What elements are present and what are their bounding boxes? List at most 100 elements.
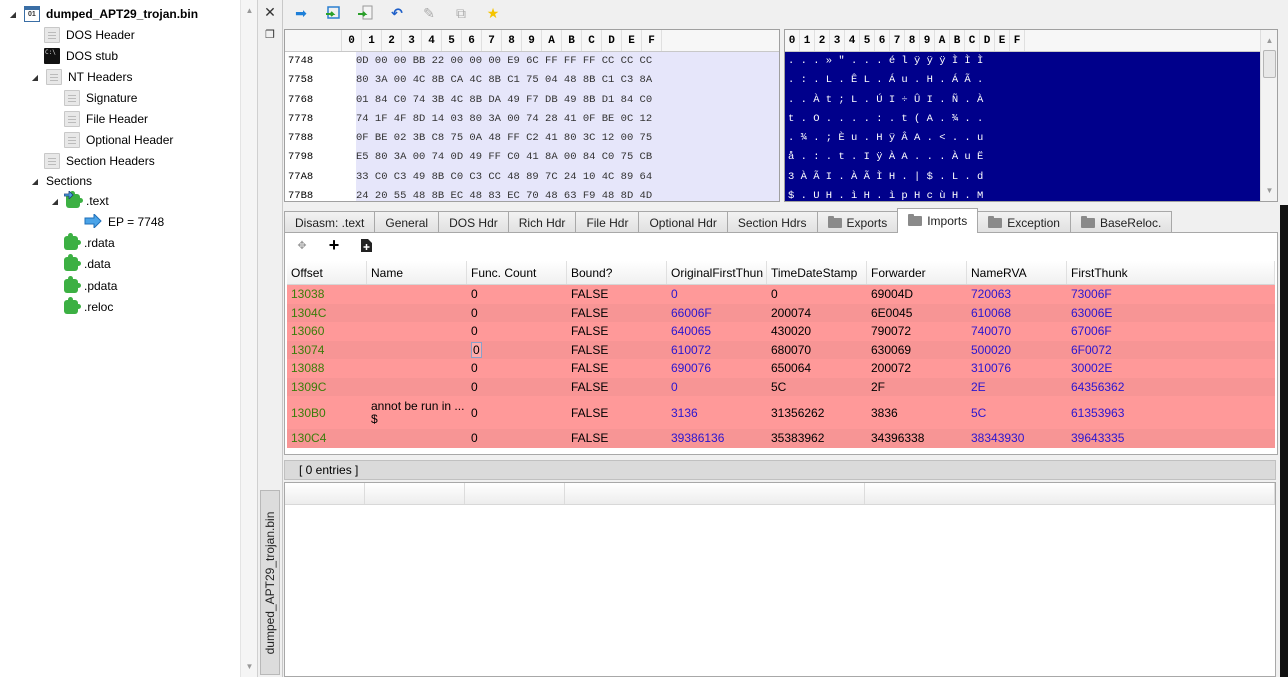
cell-forwarder[interactable]: 3836 xyxy=(867,396,967,429)
cell-name[interactable]: annot be run in ... $ xyxy=(367,396,467,429)
scroll-down-icon[interactable]: ▼ xyxy=(1261,182,1277,199)
cell-firstthunk[interactable]: 30002E xyxy=(1067,359,1275,378)
tree-item-section-headers[interactable]: Section Headers xyxy=(44,151,155,171)
cell-offset[interactable]: 1304C xyxy=(287,304,367,323)
cell-timedatestamp[interactable]: 200074 xyxy=(767,304,867,323)
ascii-row[interactable]: t . O . . . . : . t ( A . ¾ . . xyxy=(785,110,1260,129)
table-row[interactable]: 1304C 0 FALSE 66006F 200074 6E0045 610068 63006… xyxy=(287,303,1275,323)
cell-originalfirstthun[interactable]: 66006F xyxy=(667,304,767,323)
tree-scrollbar[interactable]: ▲ ▼ xyxy=(240,0,257,677)
cell-func-count[interactable]: 0 xyxy=(467,285,567,304)
cell-func-count[interactable]: 0 xyxy=(467,359,567,378)
tree-item-dos-stub[interactable]: DOS stub xyxy=(44,46,118,66)
hex-row[interactable]: 7758 80 3A 00 4C 8B CA 4C 8B C1 75 04 48 … xyxy=(285,71,779,91)
cell-offset[interactable]: 13088 xyxy=(287,359,367,378)
tab-disasm-text[interactable]: Disasm: .text xyxy=(284,211,376,233)
tree-item-root[interactable]: ◢ dumped_APT29_trojan.bin xyxy=(8,4,198,24)
cell-originalfirstthun[interactable]: 690076 xyxy=(667,359,767,378)
cell-namerva[interactable]: 2E xyxy=(967,378,1067,397)
cell-timedatestamp[interactable]: 31356262 xyxy=(767,396,867,429)
cell-func-count[interactable]: 0 xyxy=(467,429,567,448)
cell-namerva[interactable]: 38343930 xyxy=(967,429,1067,448)
table-row[interactable]: 13088 0 FALSE 690076 650064 200072 310076 30002… xyxy=(287,359,1275,378)
undo-icon[interactable]: ↶ xyxy=(388,4,406,22)
ascii-row[interactable]: . : . L . Ê L . Á u . H . Á Ã . xyxy=(785,71,1260,90)
cell-timedatestamp[interactable]: 0 xyxy=(767,285,867,304)
hex-row[interactable]: 7798 E5 80 3A 00 74 0D 49 FF C0 41 8A 00 … xyxy=(285,148,779,168)
cell-namerva[interactable]: 610068 xyxy=(967,304,1067,323)
cell-timedatestamp[interactable]: 5C xyxy=(767,378,867,397)
cell-func-count[interactable]: 0 xyxy=(467,378,567,397)
document-tab[interactable]: dumped_APT29_trojan.bin xyxy=(260,490,280,675)
tab-exception[interactable]: Exception xyxy=(977,211,1071,233)
hex-row[interactable]: 7778 74 1F 4F 8D 14 03 80 3A 00 74 28 41 … xyxy=(285,109,779,130)
cell-forwarder[interactable]: 2F xyxy=(867,378,967,397)
scroll-up-icon[interactable]: ▲ xyxy=(1261,32,1277,49)
add-file-icon[interactable] xyxy=(359,238,373,252)
tree-item-optional-header[interactable]: Optional Header xyxy=(64,130,173,150)
hex-row[interactable]: 7788 0F BE 02 3B C8 75 0A 48 FF C2 41 80 … xyxy=(285,129,779,149)
hex-view[interactable]: 0123456789ABCDEF 7748 0D 00 00 BB 22 00 0… xyxy=(284,29,780,202)
cell-bound[interactable]: FALSE xyxy=(567,304,667,323)
cell-offset[interactable]: 13038 xyxy=(287,285,367,304)
star-icon[interactable]: ★ xyxy=(484,4,502,22)
cell-timedatestamp[interactable]: 650064 xyxy=(767,359,867,378)
cell-firstthunk[interactable]: 6F0072 xyxy=(1067,341,1275,360)
tree-item-file-header[interactable]: File Header xyxy=(64,109,148,129)
tree-item-text[interactable]: ◢ .text xyxy=(50,191,109,211)
cell-forwarder[interactable]: 790072 xyxy=(867,322,967,341)
pin-icon[interactable]: ✎ xyxy=(420,4,438,22)
ascii-row[interactable]: . . . » " . . . é l ÿ ÿ ÿ Ì Ì Ì xyxy=(785,52,1260,71)
table-row[interactable]: 13038 0 FALSE 0 0 69004D 720063 73006F xyxy=(287,285,1275,304)
hex-bytes[interactable]: E5 80 3A 00 74 0D 49 FF C0 41 8A 00 84 C… xyxy=(356,148,779,168)
cell-firstthunk[interactable]: 73006F xyxy=(1067,285,1275,304)
float-window-icon[interactable]: ❐ xyxy=(262,27,278,43)
cell-bound[interactable]: FALSE xyxy=(567,359,667,378)
cell-bound[interactable]: FALSE xyxy=(567,322,667,341)
cell-originalfirstthun[interactable]: 39386136 xyxy=(667,429,767,448)
cell-name[interactable] xyxy=(367,378,467,397)
hex-row[interactable]: 7768 01 84 C0 74 3B 4C 8B DA 49 F7 DB 49 … xyxy=(285,90,779,110)
cell-firstthunk[interactable]: 67006F xyxy=(1067,322,1275,341)
cell-bound[interactable]: FALSE xyxy=(567,429,667,448)
tab-exports[interactable]: Exports xyxy=(816,211,899,233)
cell-offset[interactable]: 1309C xyxy=(287,378,367,397)
ascii-row[interactable]: . ¾ . ; È u . H ÿ Â A . < . . u xyxy=(785,129,1260,148)
scroll-thumb[interactable] xyxy=(1263,50,1276,78)
cell-forwarder[interactable]: 6E0045 xyxy=(867,304,967,323)
scroll-down-icon[interactable]: ▼ xyxy=(241,658,258,675)
scroll-up-icon[interactable]: ▲ xyxy=(241,2,258,19)
hex-bytes[interactable]: 80 3A 00 4C 8B CA 4C 8B C1 75 04 48 8B C… xyxy=(356,71,779,91)
cell-name[interactable] xyxy=(367,429,467,448)
cell-firstthunk[interactable]: 64356362 xyxy=(1067,378,1275,397)
tab-dos-hdr[interactable]: DOS Hdr xyxy=(438,211,509,233)
ascii-row[interactable]: 3 À Ã I . À Ã Ì H . | $ . L . d xyxy=(785,168,1260,187)
cell-firstthunk[interactable]: 61353963 xyxy=(1067,396,1275,429)
hex-row[interactable]: 77B8 24 20 55 48 8B EC 48 83 EC 70 48 63 … xyxy=(285,187,779,201)
table-row[interactable]: 13074 0 FALSE 610072 680070 630069 500020 6F007… xyxy=(287,340,1275,360)
tree-item-data[interactable]: .data xyxy=(64,254,111,274)
cell-originalfirstthun[interactable]: 3136 xyxy=(667,396,767,429)
ascii-scrollbar[interactable]: ▲ ▼ xyxy=(1260,30,1277,201)
cell-namerva[interactable]: 5C xyxy=(967,396,1067,429)
column-header-offset[interactable]: Offset xyxy=(287,261,367,284)
cell-name[interactable] xyxy=(367,359,467,378)
cell-namerva[interactable]: 740070 xyxy=(967,322,1067,341)
import-icon[interactable] xyxy=(324,4,342,22)
tab-general[interactable]: General xyxy=(374,211,440,233)
cell-timedatestamp[interactable]: 35383962 xyxy=(767,429,867,448)
cell-namerva[interactable]: 720063 xyxy=(967,285,1067,304)
cell-offset[interactable]: 130C4 xyxy=(287,429,367,448)
cell-bound[interactable]: FALSE xyxy=(567,396,667,429)
table-row[interactable]: 13060 0 FALSE 640065 430020 790072 740070 67006… xyxy=(287,322,1275,341)
cell-namerva[interactable]: 310076 xyxy=(967,359,1067,378)
ascii-view[interactable]: 0123456789ABCDEF . . . » " . . . é l ÿ ÿ… xyxy=(784,29,1278,202)
expand-arrow-icon[interactable]: ◢ xyxy=(50,197,60,206)
tree-item-dos-header[interactable]: DOS Header xyxy=(44,25,135,45)
column-header-namerva[interactable]: NameRVA xyxy=(967,261,1067,284)
close-icon[interactable]: ✕ xyxy=(262,4,278,20)
expand-arrow-icon[interactable]: ◢ xyxy=(30,177,40,186)
tree-item-reloc[interactable]: .reloc xyxy=(64,297,113,317)
cell-func-count[interactable]: 0 xyxy=(467,396,567,429)
column-header-forwarder[interactable]: Forwarder xyxy=(867,261,967,284)
